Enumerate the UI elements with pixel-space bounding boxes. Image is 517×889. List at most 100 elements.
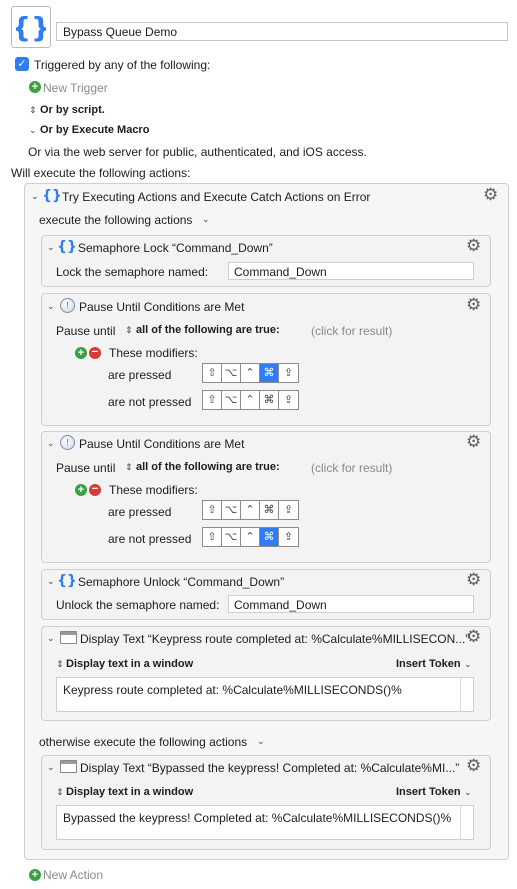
unlock-label: Unlock the semaphore named: [56, 598, 220, 612]
chevron-down-icon[interactable]: ⌄ [257, 736, 265, 747]
insert-token-button[interactable]: Insert Token [396, 786, 461, 798]
pressed-label: are pressed [108, 368, 172, 382]
updown-chevron-icon[interactable]: ⇕ [29, 105, 37, 116]
control-key[interactable]: ⌃ [241, 364, 260, 382]
chevron-down-icon[interactable]: ⌄ [202, 214, 210, 225]
pressed-modifiers[interactable]: ⇧ ⌥ ⌃ ⌘ ⇪ [202, 363, 299, 383]
new-trigger-plus-icon[interactable]: + [29, 81, 41, 93]
will-execute-label: Will execute the following actions: [11, 166, 191, 180]
capslock-key[interactable]: ⇪ [279, 391, 298, 409]
option-key[interactable]: ⌥ [222, 528, 241, 546]
condition-select[interactable]: all of the following are true: [136, 324, 280, 336]
chevron-down-icon[interactable]: ⌄ [47, 242, 55, 253]
gear-icon[interactable]: ⚙ [466, 296, 481, 313]
updown-chevron-icon[interactable]: ⇕ [125, 462, 133, 473]
shift-key[interactable]: ⇧ [203, 391, 222, 409]
chevron-down-icon[interactable]: ⌄ [31, 191, 39, 202]
scrollbar[interactable] [460, 806, 461, 839]
insert-token-button[interactable]: Insert Token [396, 658, 461, 670]
gear-icon[interactable]: ⚙ [483, 186, 498, 203]
gear-icon[interactable]: ⚙ [466, 433, 481, 450]
remove-condition-icon[interactable]: − [89, 347, 101, 359]
new-trigger-button[interactable]: New Trigger [43, 81, 108, 95]
clock-icon: ! [60, 435, 75, 450]
gear-icon[interactable]: ⚙ [466, 628, 481, 645]
command-key[interactable]: ⌘ [260, 364, 279, 382]
display-mode-select[interactable]: Display text in a window [66, 786, 193, 798]
click-for-result[interactable]: (click for result) [311, 461, 392, 475]
updown-chevron-icon[interactable]: ⇕ [56, 787, 64, 798]
add-condition-icon[interactable]: + [75, 347, 87, 359]
not-pressed-modifiers[interactable]: ⇧ ⌥ ⌃ ⌘ ⇪ [202, 390, 299, 410]
shift-key[interactable]: ⇧ [203, 528, 222, 546]
pressed-label: are pressed [108, 505, 172, 519]
capslock-key[interactable]: ⇪ [279, 364, 298, 382]
chevron-down-icon[interactable]: ⌄ [47, 301, 55, 312]
curly-braces-icon: {} [44, 188, 60, 204]
click-for-result[interactable]: (click for result) [311, 324, 392, 338]
display-mode-select[interactable]: Display text in a window [66, 658, 193, 670]
svg-text:{}: {} [59, 239, 75, 255]
option-key[interactable]: ⌥ [222, 501, 241, 519]
not-pressed-label: are not pressed [108, 532, 192, 546]
control-key[interactable]: ⌃ [241, 528, 260, 546]
macro-icon[interactable]: {} [11, 6, 51, 48]
lock-semaphore-field[interactable]: Command_Down [228, 262, 474, 280]
not-pressed-modifiers[interactable]: ⇧ ⌥ ⌃ ⌘ ⇪ [202, 527, 299, 547]
chevron-down-icon[interactable]: ⌄ [464, 659, 472, 670]
semaphore-unlock-title: Semaphore Unlock “Command_Down” [78, 575, 285, 589]
command-key[interactable]: ⌘ [260, 501, 279, 519]
add-condition-icon[interactable]: + [75, 484, 87, 496]
chevron-down-icon[interactable]: ⌄ [47, 633, 55, 644]
pressed-modifiers[interactable]: ⇧ ⌥ ⌃ ⌘ ⇪ [202, 500, 299, 520]
display-text-value: Bypassed the keypress! Completed at: %Ca… [63, 811, 452, 825]
or-by-execute-macro[interactable]: Or by Execute Macro [40, 124, 149, 136]
curly-braces-icon: {} [59, 239, 75, 255]
lock-label: Lock the semaphore named: [56, 265, 209, 279]
updown-chevron-icon[interactable]: ⇕ [56, 659, 64, 670]
command-key[interactable]: ⌘ [260, 391, 279, 409]
chevron-down-icon[interactable]: ⌄ [47, 438, 55, 449]
pause-title: Pause Until Conditions are Met [79, 437, 245, 451]
modifiers-label: These modifiers: [109, 346, 198, 360]
shift-key[interactable]: ⇧ [203, 501, 222, 519]
triggered-label: Triggered by any of the following: [34, 58, 211, 72]
remove-condition-icon[interactable]: − [89, 484, 101, 496]
new-action-button[interactable]: New Action [43, 868, 103, 882]
chevron-down-icon[interactable]: ⌄ [29, 125, 37, 136]
pause-title: Pause Until Conditions are Met [79, 300, 245, 314]
semaphore-lock-title: Semaphore Lock “Command_Down” [78, 241, 273, 255]
try-action-title: Try Executing Actions and Execute Catch … [62, 190, 371, 204]
triggered-checkbox[interactable]: ✓ [15, 57, 29, 71]
option-key[interactable]: ⌥ [222, 364, 241, 382]
display-text-value: Keypress route completed at: %Calculate%… [63, 683, 402, 697]
gear-icon[interactable]: ⚙ [466, 571, 481, 588]
gear-icon[interactable]: ⚙ [466, 237, 481, 254]
gear-icon[interactable]: ⚙ [466, 757, 481, 774]
new-action-plus-icon[interactable]: + [29, 869, 41, 881]
chevron-down-icon[interactable]: ⌄ [464, 787, 472, 798]
window-icon [60, 760, 77, 773]
capslock-key[interactable]: ⇪ [279, 528, 298, 546]
command-key[interactable]: ⌘ [260, 528, 279, 546]
option-key[interactable]: ⌥ [222, 391, 241, 409]
pause-until-label: Pause until [56, 324, 116, 338]
condition-select[interactable]: all of the following are true: [136, 461, 280, 473]
or-by-script[interactable]: Or by script. [40, 104, 105, 116]
chevron-down-icon[interactable]: ⌄ [47, 762, 55, 773]
web-server-text: Or via the web server for public, authen… [28, 145, 367, 159]
svg-text:{}: {} [16, 11, 46, 44]
curly-braces-icon: {} [16, 11, 46, 44]
chevron-down-icon[interactable]: ⌄ [47, 576, 55, 587]
control-key[interactable]: ⌃ [241, 501, 260, 519]
display-text-area[interactable]: Bypassed the keypress! Completed at: %Ca… [56, 805, 474, 840]
control-key[interactable]: ⌃ [241, 391, 260, 409]
updown-chevron-icon[interactable]: ⇕ [125, 325, 133, 336]
capslock-key[interactable]: ⇪ [279, 501, 298, 519]
macro-name-field[interactable]: Bypass Queue Demo [56, 22, 508, 41]
display-text-area[interactable]: Keypress route completed at: %Calculate%… [56, 677, 474, 712]
shift-key[interactable]: ⇧ [203, 364, 222, 382]
scrollbar[interactable] [460, 678, 461, 711]
window-icon [60, 631, 77, 644]
unlock-semaphore-field[interactable]: Command_Down [228, 595, 474, 613]
